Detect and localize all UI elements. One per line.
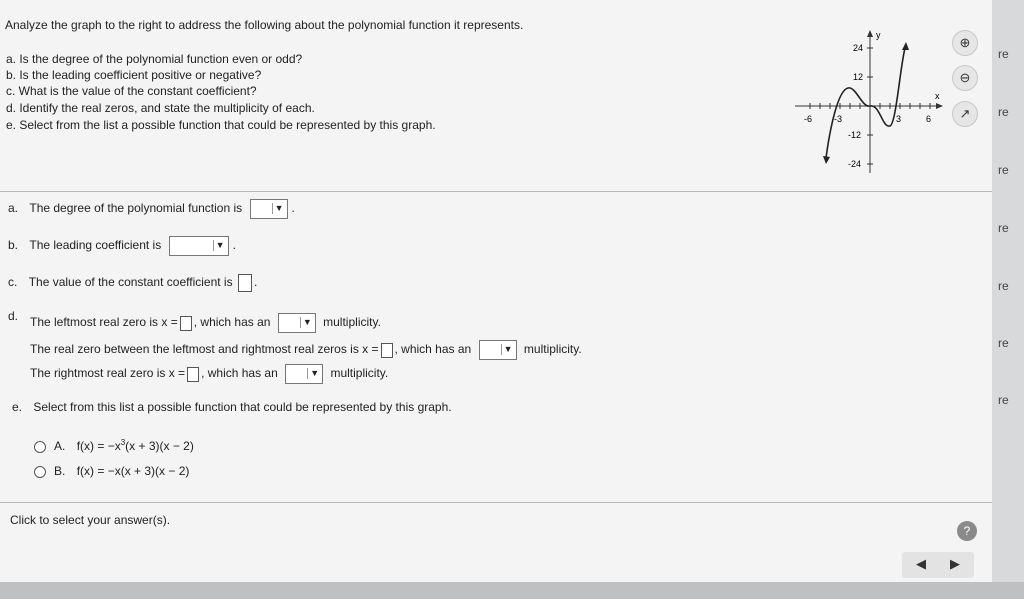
y-tick-label: -24	[848, 159, 861, 169]
answer-c-prefix: c.	[8, 275, 18, 290]
y-tick-label: 12	[853, 72, 863, 82]
answer-b-label: The leading coefficient is	[29, 238, 162, 253]
rightmost-multiplicity-dropdown[interactable]: ▼	[285, 364, 324, 384]
background-window-strip: re re re re re re re	[992, 0, 1024, 599]
option-a[interactable]: A. f(x) = −x3(x + 3)(x − 2)	[34, 438, 194, 453]
divider	[0, 191, 992, 192]
leftmost-zero-label: The leftmost real zero is x =	[30, 315, 178, 330]
leftmost-multiplicity-dropdown[interactable]: ▼	[277, 313, 316, 333]
constant-coefficient-input[interactable]	[237, 274, 252, 292]
option-c-clipped[interactable]	[34, 488, 214, 494]
answer-d-line3: The rightmost real zero is x = , which ha…	[30, 364, 388, 384]
radio-option-a[interactable]	[34, 440, 46, 453]
question-item-d: d. Identify the real zeros, and state th…	[6, 101, 315, 115]
x-tick-label: 6	[926, 114, 931, 124]
side-fragment: re	[998, 163, 1009, 177]
radio-option-b[interactable]	[34, 465, 46, 478]
answer-e-prefix: e.	[12, 400, 23, 414]
side-fragment: re	[998, 279, 1009, 293]
external-link-icon[interactable]: ↗	[952, 101, 978, 127]
which-has-an-text: , which has an	[201, 366, 278, 381]
multiplicity-text: multiplicity.	[523, 342, 582, 357]
which-has-an-text: , which has an	[193, 315, 271, 330]
middle-zero-label: The real zero between the leftmost and r…	[30, 342, 379, 357]
option-b-letter: B.	[54, 464, 66, 478]
taskbar-strip	[0, 582, 1024, 599]
multiplicity-text: multiplicity.	[330, 366, 389, 381]
answer-e-row: e. Select from this list a possible func…	[12, 400, 452, 414]
y-tick-label: 24	[853, 43, 863, 53]
middle-multiplicity-dropdown[interactable]: ▼	[478, 340, 517, 360]
answer-a-prefix: a.	[8, 201, 19, 216]
graph-y-label: y	[876, 30, 881, 40]
zoom-out-icon[interactable]: ⊖	[952, 65, 978, 91]
middle-zero-input[interactable]	[380, 342, 393, 358]
side-fragment: re	[998, 393, 1009, 407]
help-icon[interactable]: ?	[957, 521, 977, 541]
option-b-expr: f(x) = −x(x + 3)(x − 2)	[76, 464, 190, 478]
answer-a-row: a. The degree of the polynomial function…	[8, 199, 295, 219]
rightmost-zero-input[interactable]	[187, 366, 200, 382]
question-item-c: c. What is the value of the constant coe…	[6, 84, 257, 98]
option-b[interactable]: B. f(x) = −x(x + 3)(x − 2)	[34, 464, 189, 478]
answer-d-line2: The real zero between the leftmost and r…	[30, 340, 582, 360]
which-has-an-text: , which has an	[394, 342, 472, 357]
answer-e-label: Select from this list a possible functio…	[33, 400, 452, 414]
next-arrow-icon[interactable]: ▶	[950, 556, 960, 572]
answer-b-row: b. The leading coefficient is ▼.	[8, 236, 236, 256]
leading-coefficient-dropdown[interactable]: ▼	[168, 236, 229, 256]
question-nav: ◀ ▶	[902, 552, 974, 578]
rightmost-zero-label: The rightmost real zero is x =	[30, 366, 186, 381]
question-item-a: a. Is the degree of the polynomial funct…	[6, 52, 303, 66]
option-a-letter: A.	[54, 439, 66, 453]
footer-divider	[0, 502, 992, 503]
answer-c-label: The value of the constant coefficient is	[28, 275, 233, 290]
question-intro: Analyze the graph to the right to addres…	[5, 18, 524, 32]
question-item-e: e. Select from the list a possible funct…	[6, 118, 436, 132]
option-a-expr-1: f(x) = −x	[76, 439, 121, 453]
leftmost-zero-input[interactable]	[179, 315, 192, 331]
answer-d-prefix: d.	[8, 309, 19, 323]
degree-dropdown[interactable]: ▼	[249, 199, 288, 219]
side-fragment: re	[998, 336, 1009, 350]
answer-a-label: The degree of the polynomial function is	[29, 201, 243, 216]
prev-arrow-icon[interactable]: ◀	[916, 556, 926, 572]
question-panel: Analyze the graph to the right to addres…	[0, 0, 992, 582]
graph-x-label: x	[935, 91, 940, 101]
side-fragment: re	[998, 105, 1009, 119]
side-fragment: re	[998, 47, 1009, 61]
answer-b-prefix: b.	[8, 238, 19, 253]
x-tick-label: -6	[804, 114, 812, 124]
answer-d-line1: The leftmost real zero is x = , which has…	[30, 313, 381, 333]
x-tick-label: -3	[834, 114, 842, 124]
x-tick-label: 3	[896, 114, 901, 124]
footer-instruction: Click to select your answer(s).	[10, 513, 171, 527]
y-tick-label: -12	[848, 130, 861, 140]
question-item-b: b. Is the leading coefficient positive o…	[6, 68, 262, 82]
side-fragment: re	[998, 221, 1009, 235]
multiplicity-text: multiplicity.	[323, 315, 381, 330]
answer-c-row: c. The value of the constant coefficient…	[8, 274, 257, 292]
zoom-in-icon[interactable]: ⊕	[952, 30, 978, 56]
polynomial-graph: y x -6 -3 3 6 24 12 -12 -24	[795, 30, 943, 173]
option-a-expr-2: (x + 3)(x − 2)	[125, 439, 194, 453]
